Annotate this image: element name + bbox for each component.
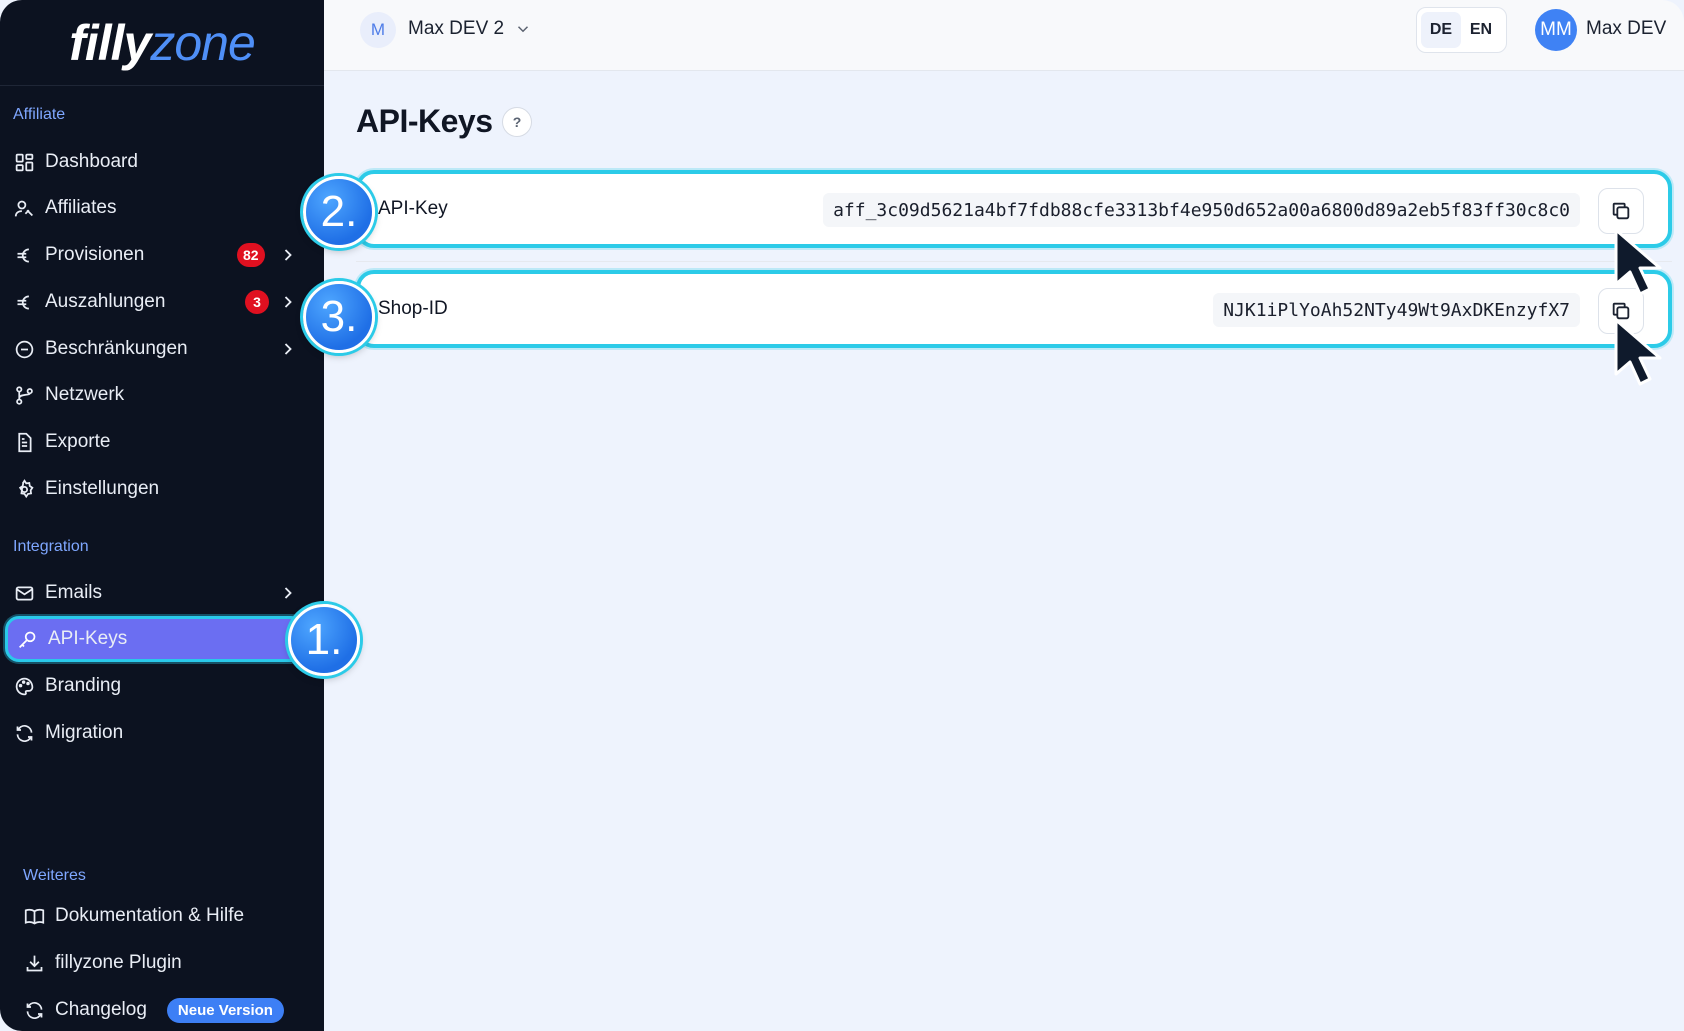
sidebar-item-label: Branding bbox=[45, 675, 122, 696]
new-version-badge[interactable]: Neue Version bbox=[166, 997, 284, 1023]
refresh-icon bbox=[13, 722, 35, 744]
euro-icon bbox=[13, 244, 35, 266]
api-key-label: API-Key bbox=[378, 198, 448, 219]
download-icon bbox=[23, 952, 45, 974]
language-switcher: DE EN bbox=[1416, 7, 1507, 53]
step-marker-3: 3. bbox=[303, 281, 375, 353]
chevron-right-icon bbox=[284, 587, 292, 599]
sidebar-item-beschraenkungen[interactable]: Beschränkungen bbox=[0, 327, 324, 371]
workspace-avatar[interactable]: M bbox=[360, 12, 396, 48]
sidebar-item-dashboard[interactable]: Dashboard bbox=[0, 140, 324, 184]
sidebar-item-branding[interactable]: Branding bbox=[0, 664, 324, 708]
sidebar-item-label: Exporte bbox=[45, 431, 111, 452]
workspace-switcher[interactable]: Max DEV 2 bbox=[408, 18, 504, 40]
sidebar-item-plugin[interactable]: fillyzone Plugin bbox=[23, 943, 182, 983]
sidebar-item-label: Netzwerk bbox=[45, 384, 125, 405]
sidebar-item-label: Affiliates bbox=[45, 197, 117, 218]
network-branch-icon bbox=[13, 384, 35, 406]
api-key-value[interactable]: aff_3c09d5621a4bf7fdb88cfe3313bf4e950d65… bbox=[823, 193, 1580, 227]
sidebar-item-label: fillyzone Plugin bbox=[55, 952, 182, 973]
minus-circle-icon bbox=[13, 338, 35, 360]
sidebar-item-label: Auszahlungen bbox=[45, 291, 166, 312]
palette-icon bbox=[13, 675, 35, 697]
users-icon bbox=[13, 197, 35, 219]
gear-icon bbox=[13, 478, 35, 500]
copy-icon bbox=[1612, 202, 1630, 220]
sidebar-item-dokumentation[interactable]: Dokumentation & Hilfe bbox=[23, 896, 244, 936]
lang-de-button[interactable]: DE bbox=[1421, 12, 1461, 48]
sidebar-item-label: Dokumentation & Hilfe bbox=[55, 905, 245, 926]
section-label-integration: Integration bbox=[13, 538, 89, 555]
api-key-row: API-Key aff_3c09d5621a4bf7fdb88cfe3313bf… bbox=[356, 170, 1672, 248]
sidebar-item-migration[interactable]: Migration bbox=[0, 711, 324, 755]
euro-icon bbox=[13, 291, 35, 313]
sidebar-item-label: Einstellungen bbox=[45, 478, 160, 499]
count-badge: 82 bbox=[237, 243, 265, 267]
sidebar-item-label: Migration bbox=[45, 722, 124, 743]
chevron-down-icon[interactable] bbox=[514, 20, 532, 38]
section-label-weiteres: Weiteres bbox=[23, 867, 86, 884]
dashboard-grid-icon bbox=[13, 151, 35, 173]
sidebar: filly zone Affiliate Dashboard Affiliates… bbox=[0, 0, 324, 1031]
user-avatar[interactable]: MM bbox=[1535, 9, 1577, 51]
app-logo[interactable]: filly zone bbox=[0, 0, 324, 86]
step-marker-2: 2. bbox=[303, 176, 375, 248]
shop-id-label: Shop-ID bbox=[378, 298, 448, 319]
page-title: API-Keys bbox=[356, 103, 493, 139]
chevron-right-icon bbox=[284, 249, 292, 261]
pointer-cursor-icon bbox=[1614, 318, 1662, 386]
sidebar-item-label: Emails bbox=[45, 582, 103, 603]
pointer-cursor-icon bbox=[1614, 228, 1662, 296]
sidebar-item-auszahlungen[interactable]: Auszahlungen 3 bbox=[0, 280, 324, 324]
shop-id-value[interactable]: NJK1iPlYoAh52NTy49Wt9AxDKEnzyfX7 bbox=[1213, 293, 1580, 327]
lang-en-button[interactable]: EN bbox=[1461, 12, 1501, 48]
sidebar-item-changelog[interactable]: Changelog Neue Version bbox=[23, 990, 284, 1030]
sidebar-item-label: API-Keys bbox=[48, 628, 128, 649]
chevron-right-icon bbox=[284, 296, 292, 308]
sidebar-item-exporte[interactable]: Exporte bbox=[0, 420, 324, 464]
document-icon bbox=[13, 431, 35, 453]
top-bar: M Max DEV 2 DE EN MM Max DEV bbox=[324, 0, 1684, 71]
sidebar-item-api-keys[interactable]: API-Keys bbox=[5, 616, 305, 662]
section-label-affiliate: Affiliate bbox=[13, 106, 66, 123]
mail-icon bbox=[13, 582, 35, 604]
sidebar-item-provisionen[interactable]: Provisionen 82 bbox=[0, 233, 324, 277]
app-frame: filly zone Affiliate Dashboard Affiliates… bbox=[0, 0, 1684, 1031]
book-icon bbox=[23, 905, 45, 927]
sidebar-item-label: Beschränkungen bbox=[45, 338, 188, 359]
sidebar-item-label: Changelog bbox=[55, 999, 147, 1020]
key-icon bbox=[16, 628, 38, 650]
sidebar-item-label: Provisionen bbox=[45, 244, 145, 265]
row-divider bbox=[356, 261, 1672, 262]
refresh-icon bbox=[23, 999, 45, 1021]
shop-id-row: Shop-ID NJK1iPlYoAh52NTy49Wt9AxDKEnzyfX7 bbox=[356, 270, 1672, 348]
sidebar-item-affiliates[interactable]: Affiliates bbox=[0, 186, 324, 230]
chevron-right-icon bbox=[284, 343, 292, 355]
sidebar-item-label: Dashboard bbox=[45, 151, 138, 172]
step-marker-1: 1. bbox=[288, 604, 360, 676]
sidebar-item-emails[interactable]: Emails bbox=[0, 571, 324, 615]
user-name[interactable]: Max DEV bbox=[1586, 18, 1666, 40]
count-badge: 3 bbox=[245, 290, 269, 314]
help-button[interactable]: ? bbox=[502, 107, 532, 137]
sidebar-item-netzwerk[interactable]: Netzwerk bbox=[0, 373, 324, 417]
sidebar-item-einstellungen[interactable]: Einstellungen bbox=[0, 467, 324, 511]
